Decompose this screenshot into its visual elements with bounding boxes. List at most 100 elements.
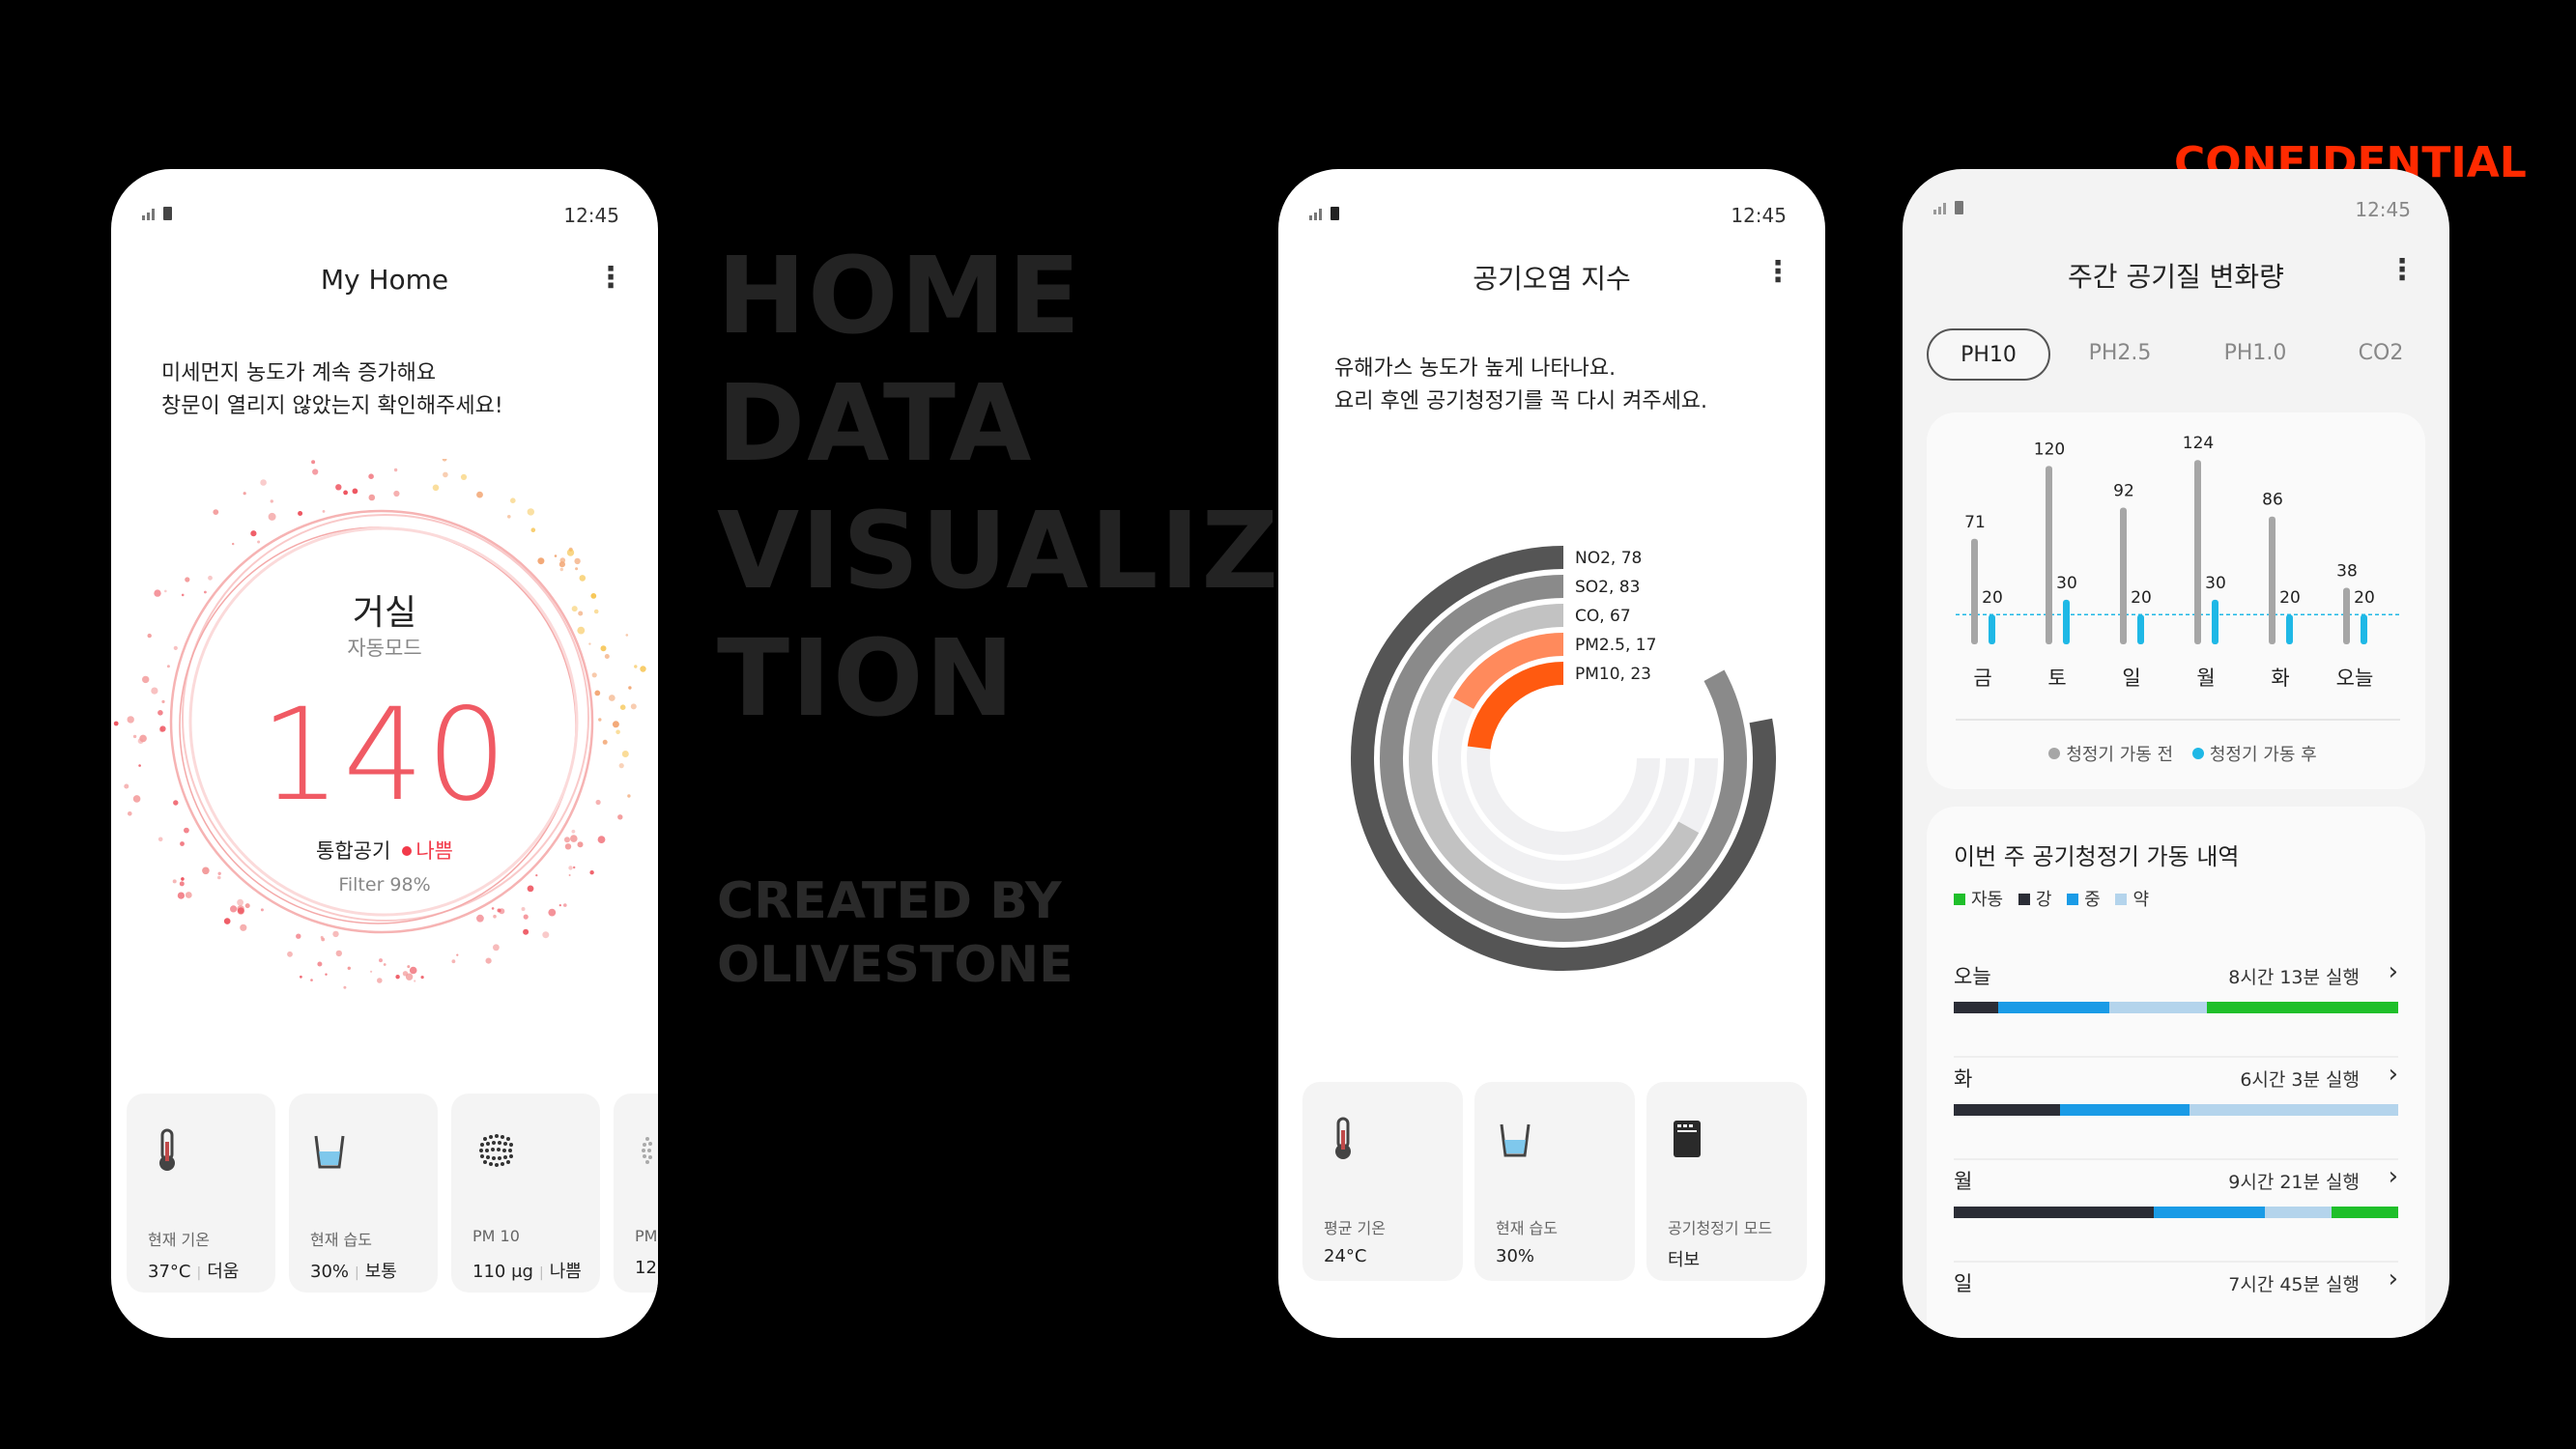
history-runtime: 9시간 21분 실행 [2228, 1172, 2360, 1193]
history-segment [2265, 1207, 2332, 1218]
particle-dot [548, 908, 557, 917]
value-label-before: 120 [2034, 440, 2065, 459]
card-temperature[interactable]: 현재 기온 37°C | 더움 [127, 1094, 275, 1293]
particle-dot [523, 928, 530, 935]
room-mode: 자동모드 [347, 637, 422, 660]
tab-ph10[interactable]: PH10 [1927, 328, 2050, 381]
particle-dot [368, 473, 374, 479]
more-options-icon[interactable]: ⋮ [2388, 256, 2417, 289]
card-value: 30% | 보통 [310, 1262, 397, 1282]
tab-co2[interactable]: CO2 [2333, 328, 2429, 381]
history-runtime: 8시간 13분 실행 [2228, 967, 2360, 988]
history-day: 일 [1954, 1272, 1973, 1295]
particle-dot [573, 866, 576, 869]
radial-bar-chart: NO2, 78 SO2, 83 CO, 67 PM2.5, 17 PM10, 23 [1351, 546, 1776, 971]
particle-dot [335, 484, 342, 491]
particle-dot [202, 867, 210, 875]
history-day: 오늘 [1954, 965, 1991, 988]
particle-dot [208, 575, 213, 581]
alert-message: 유해가스 농도가 높게 나타나요. 요리 후엔 공기청정기를 꼭 다시 켜주세요… [1334, 353, 1707, 418]
card-value: 37°C | 더움 [148, 1262, 240, 1282]
particle-dot [343, 985, 347, 989]
history-bar [1954, 1207, 2398, 1218]
history-row-tue[interactable]: 화 6시간 3분 실행 › [1954, 1060, 2398, 1160]
message-line: 미세먼지 농도가 계속 증가해요 [161, 361, 437, 385]
status-bar: 12:45 [111, 204, 658, 227]
credit-text: CREATED BY OLIVESTONE [717, 869, 1073, 997]
history-segment [1998, 1002, 2109, 1013]
chevron-right-icon[interactable]: › [2389, 957, 2398, 986]
card-humidity[interactable]: 현재 습도 30% [1474, 1082, 1635, 1281]
purifier-icon [1674, 1121, 1701, 1157]
page-title: 공기오염 지수 [1473, 263, 1631, 295]
particle-dot [270, 499, 273, 503]
more-options-icon[interactable]: ⋮ [596, 264, 625, 297]
category-label: 금 [1973, 667, 1991, 690]
particle-dot [166, 665, 170, 668]
particle-dot [574, 557, 581, 565]
chevron-right-icon[interactable]: › [2389, 1264, 2398, 1293]
history-day: 월 [1954, 1170, 1973, 1193]
status-time: 12:45 [1731, 204, 1787, 227]
history-row-mon[interactable]: 월 9시간 21분 실행 › [1954, 1162, 2398, 1263]
particle-dot [575, 567, 579, 571]
card-purifier-mode[interactable]: 공기청정기 모드 터보 [1646, 1082, 1807, 1281]
card-avg-temperature[interactable]: 평균 기온 24°C [1302, 1082, 1463, 1281]
thermometer-icon [1335, 1117, 1351, 1159]
card-value: 24°C [1324, 1246, 1367, 1266]
history-row-sun[interactable]: 일 7시간 45분 실행 › [1954, 1264, 2398, 1338]
particle-dot [640, 666, 646, 672]
message-line: 요리 후엔 공기청정기를 꼭 다시 켜주세요. [1334, 389, 1708, 413]
particle-dot [393, 468, 398, 472]
aqi-summary: 통합공기 나쁨 [111, 836, 658, 865]
particle-dot [368, 494, 376, 501]
signal-battery-icon [1309, 204, 1348, 225]
particle-dot [405, 973, 414, 980]
legend-before: 청정기 가동 전 [2066, 745, 2174, 765]
particle-dot [230, 905, 238, 913]
air-quality-value: 140 [260, 681, 509, 830]
particle-dot [298, 511, 303, 516]
particle-dot [530, 527, 536, 532]
particle-dot [491, 907, 495, 910]
particle-dot [237, 907, 244, 915]
particle-dot [232, 542, 235, 546]
ring-label: PM10, 23 [1575, 665, 1651, 684]
phone-pollution-index: 12:45 공기오염 지수 ⋮ 유해가스 농도가 높게 나타나요. 요리 후엔 … [1278, 169, 1825, 1338]
mode-label: 약 [2132, 890, 2150, 910]
bar-before [2343, 587, 2350, 644]
aqi-status: 나쁨 [415, 839, 453, 863]
category-label: 화 [2271, 667, 2289, 690]
card-pm-partial[interactable]: PM 12 [614, 1094, 658, 1293]
history-segment [2154, 1207, 2265, 1218]
bar-before [1971, 538, 1978, 644]
history-runtime: 6시간 3분 실행 [2240, 1069, 2360, 1091]
bar-after [2212, 599, 2218, 644]
particle-dot [343, 490, 348, 496]
card-pm10[interactable]: PM 10 110 μg | 나쁨 [451, 1094, 600, 1293]
mode-label: 강 [2035, 890, 2052, 910]
history-row-today[interactable]: 오늘 8시간 13분 실행 › [1954, 957, 2398, 1058]
particle-dot [317, 961, 323, 967]
ring-label: CO, 67 [1575, 607, 1631, 626]
more-options-icon[interactable]: ⋮ [1763, 258, 1792, 291]
particle-dot [310, 979, 313, 981]
tab-ph25[interactable]: PH2.5 [2072, 328, 2168, 381]
chevron-right-icon[interactable]: › [2389, 1162, 2398, 1191]
legend-dot-before [2048, 748, 2061, 759]
particle-dot [223, 918, 231, 924]
card-humidity[interactable]: 현재 습도 30% | 보통 [289, 1094, 438, 1293]
particle-dot [185, 577, 190, 582]
history-segment [1954, 1002, 1998, 1013]
chevron-right-icon[interactable]: › [2389, 1060, 2398, 1089]
particle-dot [537, 557, 545, 565]
mode-legend: 자동 강 중 약 [1954, 886, 2149, 911]
card-value: 터보 [1668, 1250, 1701, 1270]
status-bar: 12:45 [1903, 198, 2449, 221]
tab-ph10-alt[interactable]: PH1.0 [2207, 328, 2304, 381]
bar-after [2137, 614, 2144, 644]
particle-dot [634, 665, 638, 668]
particle-dot [579, 575, 587, 582]
legend-square-weak [2115, 894, 2128, 905]
particle-dot [332, 930, 339, 938]
